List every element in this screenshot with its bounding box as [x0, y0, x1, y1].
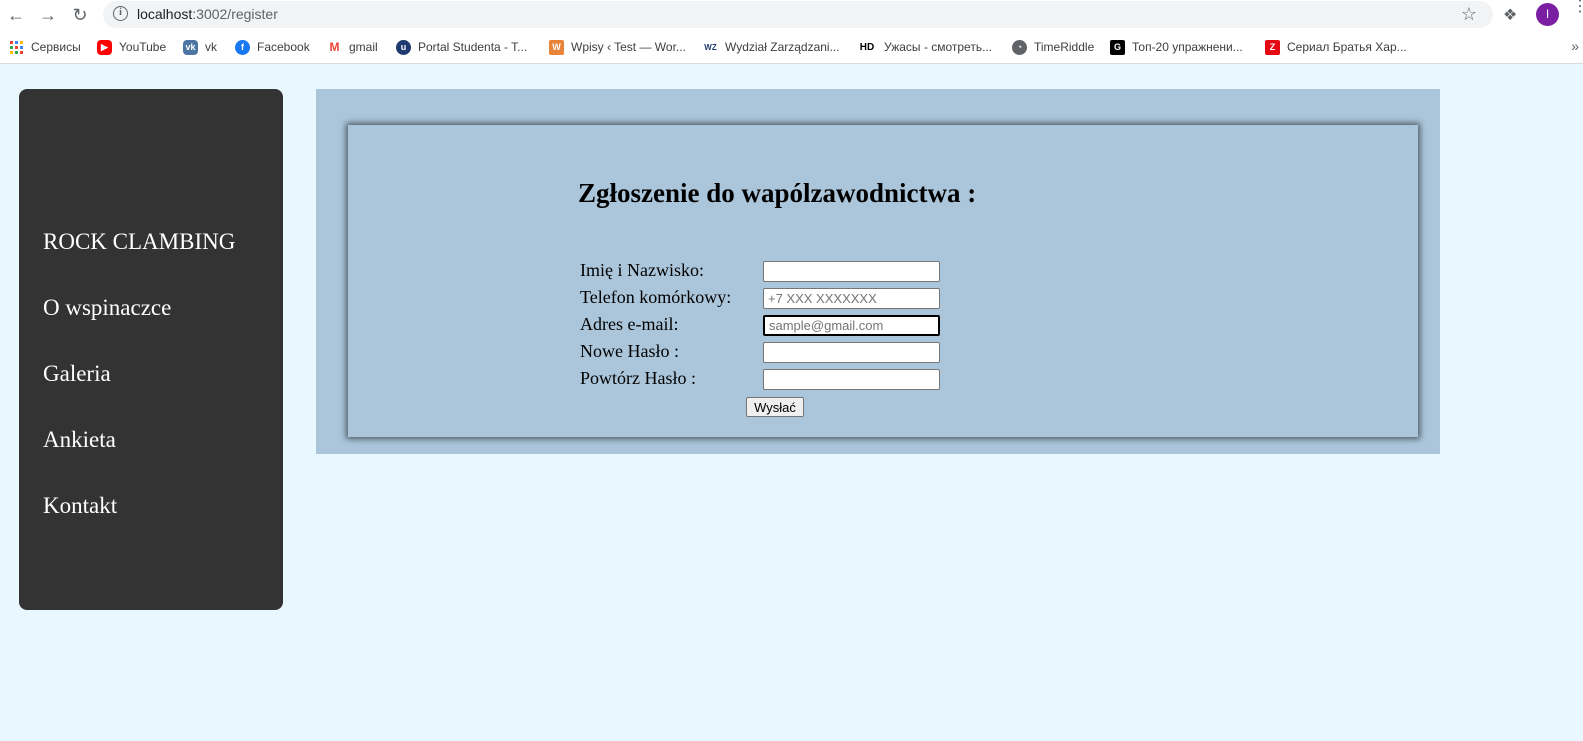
bookmark-label: Сервисы: [31, 40, 81, 54]
z-icon: Z: [1265, 39, 1280, 55]
vk-icon: vk: [183, 39, 198, 55]
bookmark-label: Facebook: [257, 40, 310, 54]
sidebar-item-ankieta[interactable]: Ankieta: [43, 427, 116, 453]
site-info-icon[interactable]: i: [113, 6, 128, 21]
label-full-name: Imię i Nazwisko:: [580, 260, 704, 280]
facebook-icon: f: [235, 39, 250, 55]
apps-grid-icon: [9, 40, 24, 55]
portal-icon: u: [396, 39, 411, 55]
bookmark-label: Сериал Братья Хар...: [1287, 40, 1407, 54]
repeat-password-input[interactable]: [763, 369, 940, 390]
url-host: localhost: [137, 6, 193, 22]
bookmark-label: Топ-20 упражнени...: [1132, 40, 1243, 54]
bookmark-label: vk: [205, 40, 217, 54]
label-phone: Telefon komórkowy:: [580, 287, 732, 307]
bookmarks-bar: Сервисы ▶ YouTube vk vk f Facebook Mgmail u…: [0, 30, 1583, 64]
address-bar[interactable]: i localhost:3002/register ☆: [103, 1, 1493, 28]
bookmark-label: YouTube: [119, 40, 167, 54]
chevron-double-right-icon[interactable]: »: [1571, 38, 1579, 54]
bookmark-label: TimeRiddle: [1034, 40, 1095, 54]
back-arrow-icon[interactable]: ←: [5, 4, 27, 26]
address-url[interactable]: localhost:3002/register: [137, 6, 278, 22]
bookmark-item[interactable]: ◔ TimeRiddle: [1012, 38, 1094, 56]
extensions-puzzle-icon[interactable]: ❖: [1503, 5, 1517, 25]
email-input[interactable]: [763, 315, 940, 336]
sidebar-item-galeria[interactable]: Galeria: [43, 361, 111, 387]
gl-icon: G: [1110, 39, 1125, 55]
bookmark-item[interactable]: ▶ YouTube: [97, 38, 166, 56]
bookmark-label: Portal Studenta - T...: [418, 40, 528, 54]
bookmark-item[interactable]: G Топ-20 упражнени...: [1110, 38, 1243, 56]
label-email: Adres e-mail:: [580, 314, 679, 334]
bookmark-item[interactable]: WZ Wydział Zarządzani...: [703, 38, 840, 56]
phone-input[interactable]: [763, 288, 940, 309]
bookmark-item[interactable]: f Facebook: [235, 38, 310, 56]
gmail-icon: M: [329, 39, 340, 54]
bookmark-item[interactable]: Mgmail: [327, 38, 378, 56]
reload-icon[interactable]: ↻: [69, 4, 91, 26]
bookmark-label: gmail: [349, 40, 378, 54]
bookmark-item[interactable]: HD Ужасы - смотреть...: [857, 38, 992, 56]
bookmark-item[interactable]: W Wpisy ‹ Test — Wor...: [549, 38, 686, 56]
profile-avatar[interactable]: I: [1536, 3, 1559, 26]
sidebar-nav: ROCK CLAMBING O wspinaczce Galeria Ankie…: [19, 89, 283, 610]
submit-button[interactable]: Wysłać: [746, 397, 804, 417]
bookmark-star-icon[interactable]: ☆: [1461, 4, 1477, 25]
label-repeat-password: Powtórz Hasło :: [580, 368, 696, 388]
url-path: :3002/register: [192, 6, 278, 22]
bookmark-label: Ужасы - смотреть...: [884, 40, 993, 54]
timeriddle-icon: ◔: [1012, 39, 1027, 55]
bookmark-item[interactable]: vk vk: [183, 38, 217, 56]
hd-icon: HD: [859, 41, 875, 53]
forward-arrow-icon[interactable]: →: [37, 4, 59, 26]
bookmark-label: Wydział Zarządzani...: [725, 40, 840, 54]
bookmark-item[interactable]: Z Сериал Братья Хар...: [1265, 38, 1407, 56]
sidebar-item-kontakt[interactable]: Kontakt: [43, 493, 117, 519]
youtube-icon: ▶: [97, 39, 112, 55]
sidebar-item-o-wspinaczce[interactable]: O wspinaczce: [43, 295, 171, 321]
wordpress-icon: W: [549, 39, 564, 55]
label-new-password: Nowe Hasło :: [580, 341, 679, 361]
wz-icon: WZ: [704, 42, 717, 52]
bookmark-item[interactable]: Сервисы: [9, 38, 81, 56]
bookmark-label: Wpisy ‹ Test — Wor...: [571, 40, 686, 54]
full-name-input[interactable]: [763, 261, 940, 282]
browser-menu-icon[interactable]: ⋮: [1572, 0, 1583, 15]
browser-toolbar: ← → ↻ i localhost:3002/register ☆ ❖ I ⋮: [0, 0, 1583, 30]
sidebar-item-rock-clambing[interactable]: ROCK CLAMBING: [43, 229, 235, 255]
bookmark-item[interactable]: u Portal Studenta - T...: [396, 38, 527, 56]
new-password-input[interactable]: [763, 342, 940, 363]
form-title: Zgłoszenie do wapólzawodnictwa :: [578, 178, 977, 208]
